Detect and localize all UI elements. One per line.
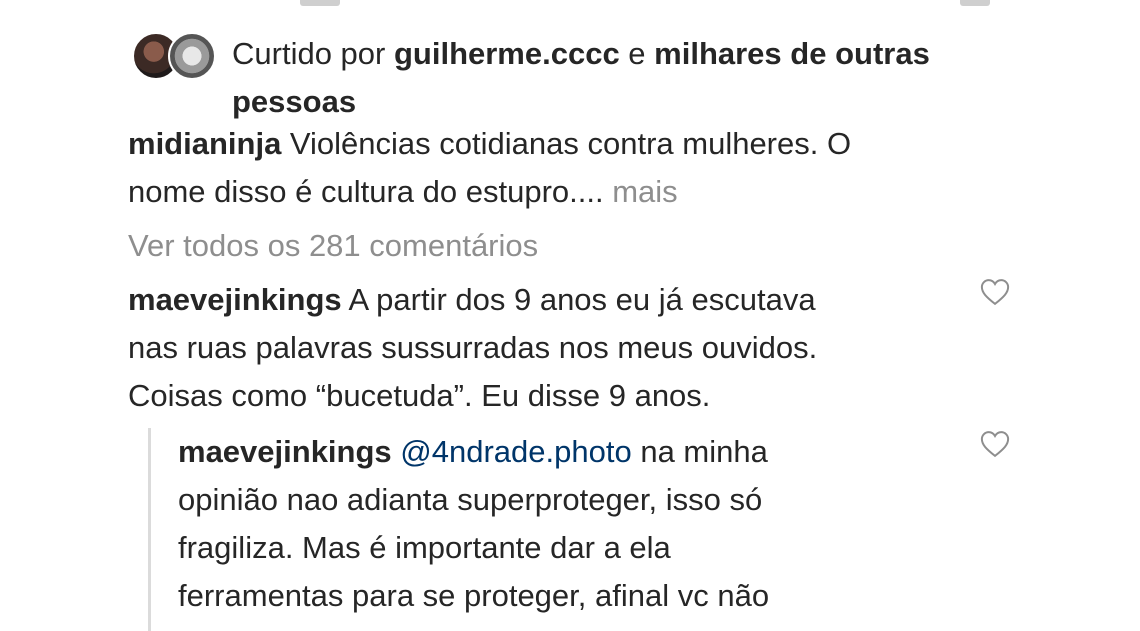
reply-thread-line [148,428,151,631]
mention-link[interactable]: @4ndrade.photo [400,434,631,469]
view-all-comments-link[interactable]: Ver todos os 281 comentários [128,224,538,268]
heart-outline-icon[interactable] [980,430,1010,458]
cropped-top-element [300,0,340,6]
caption-text-cont: nome disso é cultura do estupro.... [128,174,613,209]
heart-outline-icon-svg [980,431,1010,458]
comment-text: na minha [631,434,768,469]
likes-summary: Curtido por guilherme.cccc e milhares de… [232,30,1032,126]
comment-text: fragiliza. Mas é importante dar a ela [178,530,671,565]
caption-text: Violências cotidianas contra mulheres. O [281,126,852,161]
reply-thread: maevejinkings @4ndrade.photo na minha opi… [148,428,1048,631]
comment-text: A partir dos 9 anos eu já escutava [341,282,816,317]
avatar[interactable] [168,32,216,80]
liker-username-link[interactable]: guilherme.cccc [394,36,620,71]
comment: maevejinkings A partir dos 9 anos eu já … [128,276,948,420]
likes-connector: e [619,36,655,71]
instagram-post-comments: Curtido por guilherme.cccc e milhares de… [0,0,1140,631]
comment-text: nas ruas palavras sussurradas nos meus o… [128,330,818,365]
likes-others-link-cont[interactable]: pessoas [232,84,356,119]
caption-more-link[interactable]: mais [612,174,677,209]
heart-outline-icon[interactable] [980,278,1010,306]
reply-comment: maevejinkings @4ndrade.photo na minha opi… [178,428,878,620]
post-caption: midianinja Violências cotidianas contra … [128,120,1008,216]
liker-avatars[interactable] [132,32,218,80]
likes-prefix: Curtido por [232,36,394,71]
comment-username-link[interactable]: maevejinkings [128,282,342,317]
cropped-top-element [960,0,990,6]
caption-username-link[interactable]: midianinja [128,126,281,161]
likes-others-link[interactable]: milhares de outras [654,36,930,71]
comment-username-link[interactable]: maevejinkings [178,434,392,469]
comment-text: opinião nao adianta superproteger, isso … [178,482,763,517]
comment-text: ferramentas para se proteger, afinal vc … [178,578,770,613]
heart-outline-icon-svg [980,279,1010,306]
comment-text: Coisas como “bucetuda”. Eu disse 9 anos. [128,378,711,413]
